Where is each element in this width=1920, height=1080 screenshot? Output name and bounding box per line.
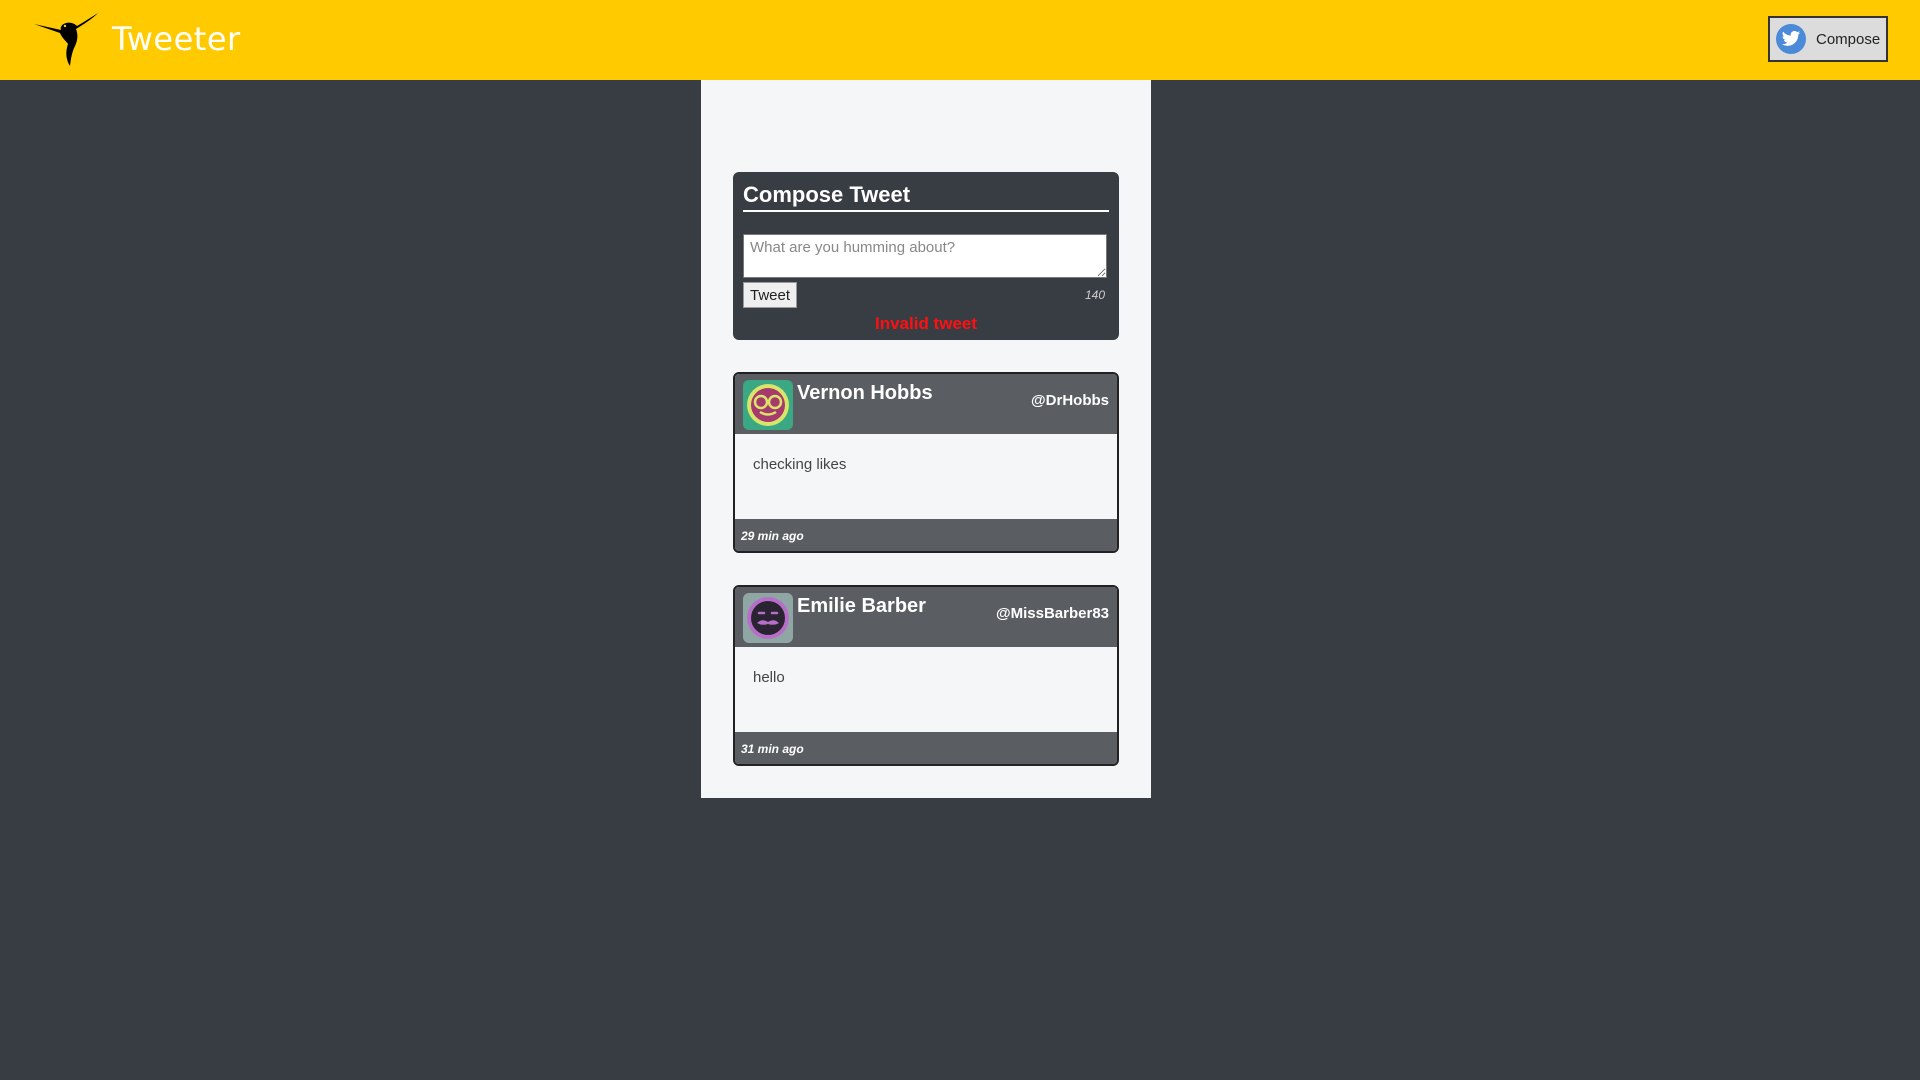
tweet-author-handle: @MissBarber83 bbox=[995, 605, 1109, 622]
hummingbird-logo-icon bbox=[32, 8, 102, 68]
tweet-author-name: Vernon Hobbs bbox=[797, 382, 933, 404]
tweet-author-handle: @DrHobbs bbox=[1031, 392, 1109, 409]
tweet-footer: 31 min ago bbox=[735, 732, 1117, 764]
compose-title: Compose Tweet bbox=[743, 182, 1109, 212]
tweet-submit-button[interactable]: Tweet bbox=[743, 282, 797, 308]
navbar: Tweeter Compose bbox=[0, 0, 1920, 80]
brand-title[interactable]: Tweeter bbox=[112, 20, 241, 58]
tweet-footer: 29 min ago bbox=[735, 519, 1117, 551]
compose-button[interactable]: Compose bbox=[1768, 16, 1888, 62]
character-counter: 140 bbox=[1084, 288, 1105, 302]
tweet-card: Vernon Hobbs @DrHobbs checking likes 29 … bbox=[733, 372, 1119, 553]
main-container: Compose Tweet Tweet 140 Invalid tweet Ve… bbox=[701, 80, 1151, 798]
tweet-input[interactable] bbox=[743, 234, 1107, 278]
glasses-face-avatar-icon bbox=[743, 380, 793, 430]
compose-tweet-panel: Compose Tweet Tweet 140 Invalid tweet bbox=[733, 172, 1119, 340]
tweet-header: Vernon Hobbs @DrHobbs bbox=[735, 374, 1117, 434]
tweet-timestamp: 29 min ago bbox=[741, 529, 804, 543]
mustache-face-avatar-icon bbox=[743, 593, 793, 643]
tweet-timestamp: 31 min ago bbox=[741, 742, 804, 756]
twitter-bird-icon bbox=[1776, 24, 1806, 54]
tweet-text: hello bbox=[753, 669, 785, 686]
compose-button-label: Compose bbox=[1816, 30, 1881, 48]
error-message: Invalid tweet bbox=[874, 314, 978, 333]
tweet-text: checking likes bbox=[753, 456, 847, 473]
tweet-card: Emilie Barber @MissBarber83 hello 31 min… bbox=[733, 585, 1119, 766]
tweet-header: Emilie Barber @MissBarber83 bbox=[735, 587, 1117, 647]
tweet-author-name: Emilie Barber bbox=[797, 595, 926, 617]
